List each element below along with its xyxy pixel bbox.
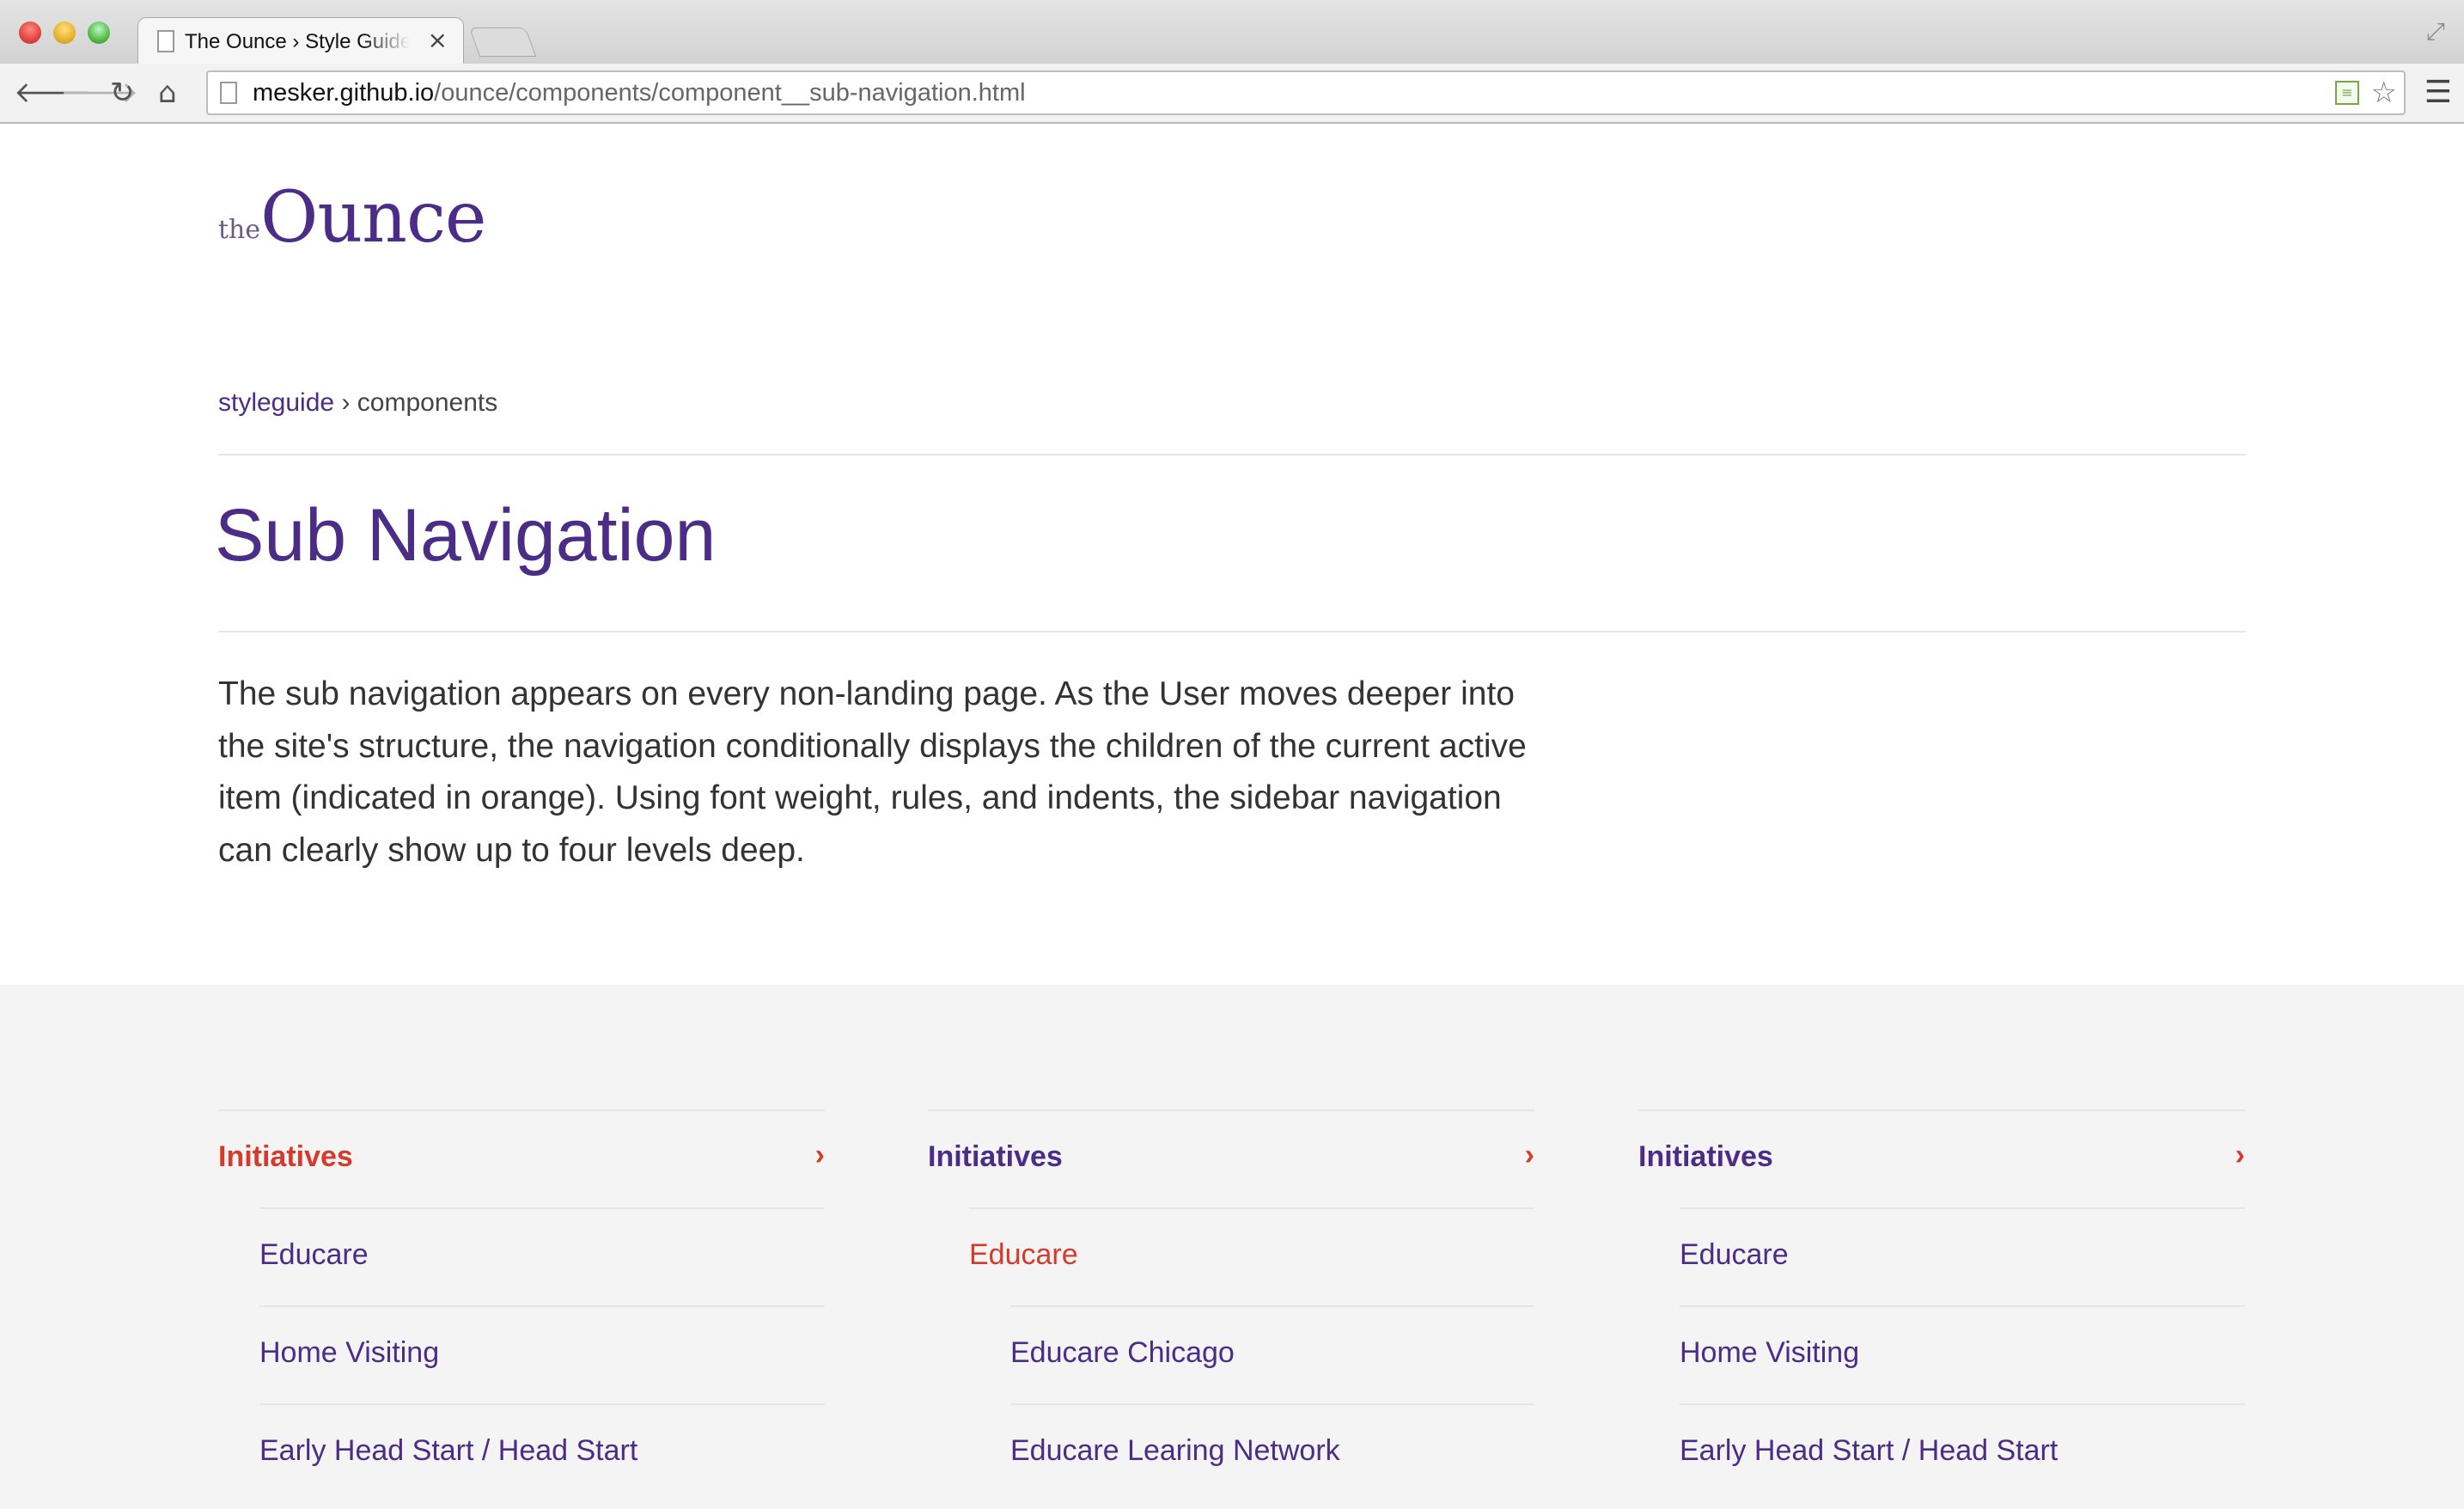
logo-name: Ounce: [260, 177, 486, 259]
intro-paragraph: The sub navigation appears on every non-…: [218, 675, 1527, 869]
browser-tab-active[interactable]: The Ounce › Style Guide : S ×: [137, 17, 464, 64]
subnav-examples: Initiatives › Educare Home Visiting Early He…: [0, 985, 2464, 1509]
breadcrumb-separator: ›: [341, 388, 351, 417]
subnav-item-label: Early Head Start / Head Start: [1680, 1434, 2058, 1467]
subnav-item-label: Home Visiting: [259, 1336, 440, 1369]
subnav-item-label: Home Visiting: [1680, 1336, 1860, 1369]
address-bar[interactable]: mesker.github.io/ounce/components/compon…: [206, 70, 2406, 115]
subnav-item[interactable]: Early Head Start / Head Start: [1680, 1403, 2245, 1501]
close-window-button[interactable]: [19, 21, 41, 44]
bookmark-star-icon[interactable]: ☆: [2371, 76, 2397, 110]
close-tab-icon[interactable]: ×: [428, 27, 448, 54]
subnav-item-label: Educare: [259, 1238, 369, 1271]
subnav-item[interactable]: Educare: [969, 1207, 1534, 1305]
url-host: mesker.github.io: [253, 79, 435, 107]
fullscreen-icon[interactable]: ⤢: [2426, 17, 2445, 46]
subnav-item[interactable]: Educare Chicago: [1010, 1305, 1534, 1403]
subnav-example-1: Initiatives › Educare Home Visiting Early He…: [218, 1109, 825, 1501]
subnav-item[interactable]: Initiatives ›: [218, 1109, 825, 1207]
page-content: theOunce styleguide › components Sub Nav…: [0, 124, 2464, 1509]
browser-tab-strip: The Ounce › Style Guide : S × ⤢: [0, 0, 2464, 64]
subnav-item[interactable]: Educare: [1680, 1207, 2245, 1305]
browser-toolbar: 🡐 🡒 ↻ ⌂ mesker.github.io/ounce/component…: [0, 64, 2464, 124]
chevron-right-icon: ›: [814, 1139, 825, 1171]
subnav-item[interactable]: Educare: [259, 1207, 825, 1305]
breadcrumb-current: components: [357, 388, 498, 417]
site-logo[interactable]: theOunce: [218, 177, 486, 259]
subnav-item[interactable]: Educare Learing Network: [1010, 1403, 1534, 1501]
tab-title-fade: [362, 25, 422, 59]
chevron-right-icon: ›: [2235, 1139, 2245, 1171]
subnav-item-label: Early Head Start / Head Start: [259, 1434, 638, 1467]
subnav-item[interactable]: Home Visiting: [1680, 1305, 2245, 1403]
subnav-item-label: Initiatives: [218, 1140, 353, 1173]
breadcrumb-styleguide-link[interactable]: styleguide: [218, 388, 334, 417]
subnav-item-label: Educare Chicago: [1010, 1336, 1235, 1369]
new-tab-button[interactable]: [468, 27, 537, 57]
hamburger-menu-icon[interactable]: ☰: [2424, 77, 2452, 108]
subnav-example-2: Initiatives › Educare Educare Chicago Educar…: [928, 1109, 1534, 1501]
divider: [218, 454, 2246, 455]
subnav-example-3: Initiatives › Educare Home Visiting Early He…: [1638, 1109, 2245, 1501]
zoom-window-button[interactable]: [88, 21, 110, 44]
page-icon: [220, 82, 237, 104]
subnav-item[interactable]: Initiatives ›: [1638, 1109, 2245, 1207]
url-path: /ounce/components/component__sub-navigat…: [434, 79, 1026, 107]
logo-the: the: [218, 215, 261, 245]
breadcrumb: styleguide › components: [218, 388, 497, 418]
reload-icon[interactable]: ↻: [110, 76, 135, 110]
subnav-item-label: Initiatives: [1638, 1140, 1773, 1173]
page-title: Sub Navigation: [215, 494, 717, 577]
home-icon[interactable]: ⌂: [158, 76, 177, 110]
subnav-item-label: Educare: [1680, 1238, 1789, 1271]
subnav-item[interactable]: Early Head Start / Head Start: [259, 1403, 825, 1501]
subnav-item-label: Educare: [969, 1238, 1078, 1271]
chevron-right-icon: ›: [1524, 1139, 1534, 1171]
divider: [218, 631, 2246, 632]
url-text[interactable]: mesker.github.io/ounce/components/compon…: [253, 79, 1026, 107]
subnav-item-label: Educare Learing Network: [1010, 1434, 1340, 1467]
page-icon: [157, 30, 174, 52]
extension-icon[interactable]: ≡: [2335, 81, 2359, 105]
subnav-item-label: Initiatives: [928, 1140, 1063, 1173]
minimize-window-button[interactable]: [53, 21, 76, 44]
subnav-item[interactable]: Initiatives ›: [928, 1109, 1534, 1207]
subnav-item[interactable]: Home Visiting: [259, 1305, 825, 1403]
